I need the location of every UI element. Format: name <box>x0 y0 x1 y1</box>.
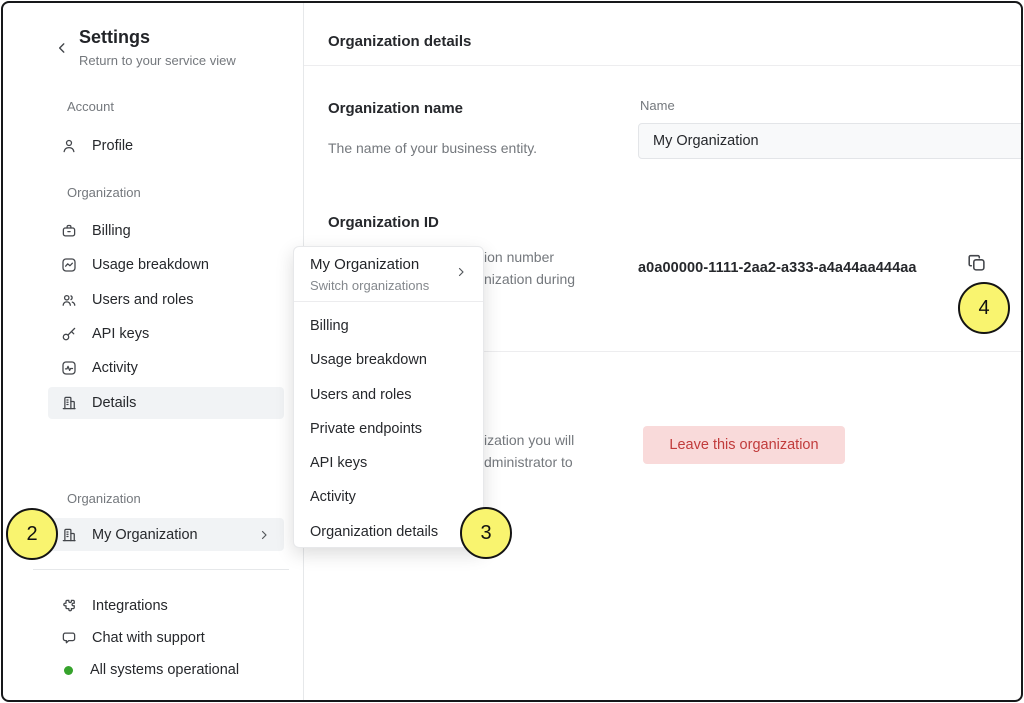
sidebar-item-my-organization[interactable]: My Organization <box>48 518 284 551</box>
sidebar-item-system-status[interactable]: All systems operational <box>48 655 284 685</box>
account-section-label: Account <box>67 99 114 114</box>
sidebar-item-api-keys[interactable]: API keys <box>48 318 284 350</box>
organization-id-description-line2: nization during <box>484 271 575 287</box>
sidebar-item-activity[interactable]: Activity <box>48 352 284 384</box>
organization-dropdown-menu: My Organization Switch organizations Bil… <box>293 246 484 548</box>
building-icon <box>60 526 78 544</box>
sidebar-item-label: API keys <box>92 326 149 342</box>
leave-organization-button[interactable]: Leave this organization <box>643 426 845 464</box>
dropdown-item-api-keys[interactable]: API keys <box>294 446 483 480</box>
sidebar-item-label: Usage breakdown <box>92 257 209 273</box>
name-field-label: Name <box>640 98 675 113</box>
sidebar-item-label: Chat with support <box>92 630 205 646</box>
status-label: All systems operational <box>90 662 239 678</box>
organization-name-description: The name of your business entity. <box>328 140 537 156</box>
chevron-right-icon <box>258 529 270 541</box>
dropdown-item-users-and-roles[interactable]: Users and roles <box>294 378 483 412</box>
sidebar-item-label: Billing <box>92 223 131 239</box>
leave-description-line2: dministrator to <box>484 454 573 470</box>
dropdown-item-private-endpoints[interactable]: Private endpoints <box>294 412 483 446</box>
sidebar-item-billing[interactable]: Billing <box>48 215 284 247</box>
users-icon <box>60 291 78 309</box>
settings-subtitle[interactable]: Return to your service view <box>79 53 236 68</box>
leave-description-line1: ization you will <box>484 432 574 448</box>
dropdown-divider <box>294 301 483 302</box>
dropdown-org-name[interactable]: My Organization <box>310 256 419 273</box>
settings-title: Settings <box>79 27 150 48</box>
dropdown-item-organization-details[interactable]: Organization details <box>294 515 483 549</box>
app-window: Settings Return to your service view Acc… <box>1 1 1023 702</box>
organization-section-label: Organization <box>67 185 141 200</box>
usage-chart-icon <box>60 256 78 274</box>
dropdown-item-activity[interactable]: Activity <box>294 480 483 514</box>
person-icon <box>60 137 78 155</box>
sidebar-item-label: Integrations <box>92 598 168 614</box>
chat-bubble-icon <box>60 629 78 647</box>
sidebar-item-label: Details <box>92 395 136 411</box>
sidebar-item-integrations[interactable]: Integrations <box>48 591 284 621</box>
billing-icon <box>60 222 78 240</box>
sidebar-item-details[interactable]: Details <box>48 387 284 419</box>
building-icon <box>60 394 78 412</box>
sidebar-item-users-and-roles[interactable]: Users and roles <box>48 284 284 316</box>
header-divider <box>304 65 1023 66</box>
callout-badge-2: 2 <box>6 508 58 560</box>
organization-name-title: Organization name <box>328 100 463 117</box>
sidebar-item-label: Profile <box>92 138 133 154</box>
organization-id-value: a0a00000-1111-2aa2-a333-a4a44aa444aa <box>638 260 917 276</box>
dropdown-org-subtitle: Switch organizations <box>310 278 429 293</box>
sidebar-item-chat-support[interactable]: Chat with support <box>48 623 284 653</box>
back-chevron-icon[interactable] <box>55 41 69 55</box>
sidebar-item-label: Activity <box>92 360 138 376</box>
dropdown-item-usage-breakdown[interactable]: Usage breakdown <box>294 343 483 377</box>
sidebar-item-profile[interactable]: Profile <box>48 130 284 162</box>
puzzle-icon <box>60 597 78 615</box>
sidebar-item-usage-breakdown[interactable]: Usage breakdown <box>48 249 284 281</box>
organization-name-input[interactable] <box>638 123 1023 159</box>
dropdown-item-billing[interactable]: Billing <box>294 309 483 343</box>
key-icon <box>60 325 78 343</box>
sidebar-footer-divider <box>33 569 289 570</box>
organization-id-description-line1: ion number <box>484 249 554 265</box>
chevron-right-icon[interactable] <box>455 266 467 278</box>
copy-icon[interactable] <box>966 252 988 274</box>
organization-section-label-2: Organization <box>67 491 141 506</box>
sidebar-item-label: Users and roles <box>92 292 194 308</box>
page-title: Organization details <box>328 33 471 50</box>
sidebar-item-label: My Organization <box>92 527 198 543</box>
organization-id-title: Organization ID <box>328 214 439 231</box>
callout-badge-3: 3 <box>460 507 512 559</box>
callout-badge-4: 4 <box>958 282 1010 334</box>
activity-icon <box>60 359 78 377</box>
status-green-dot-icon <box>64 666 73 675</box>
